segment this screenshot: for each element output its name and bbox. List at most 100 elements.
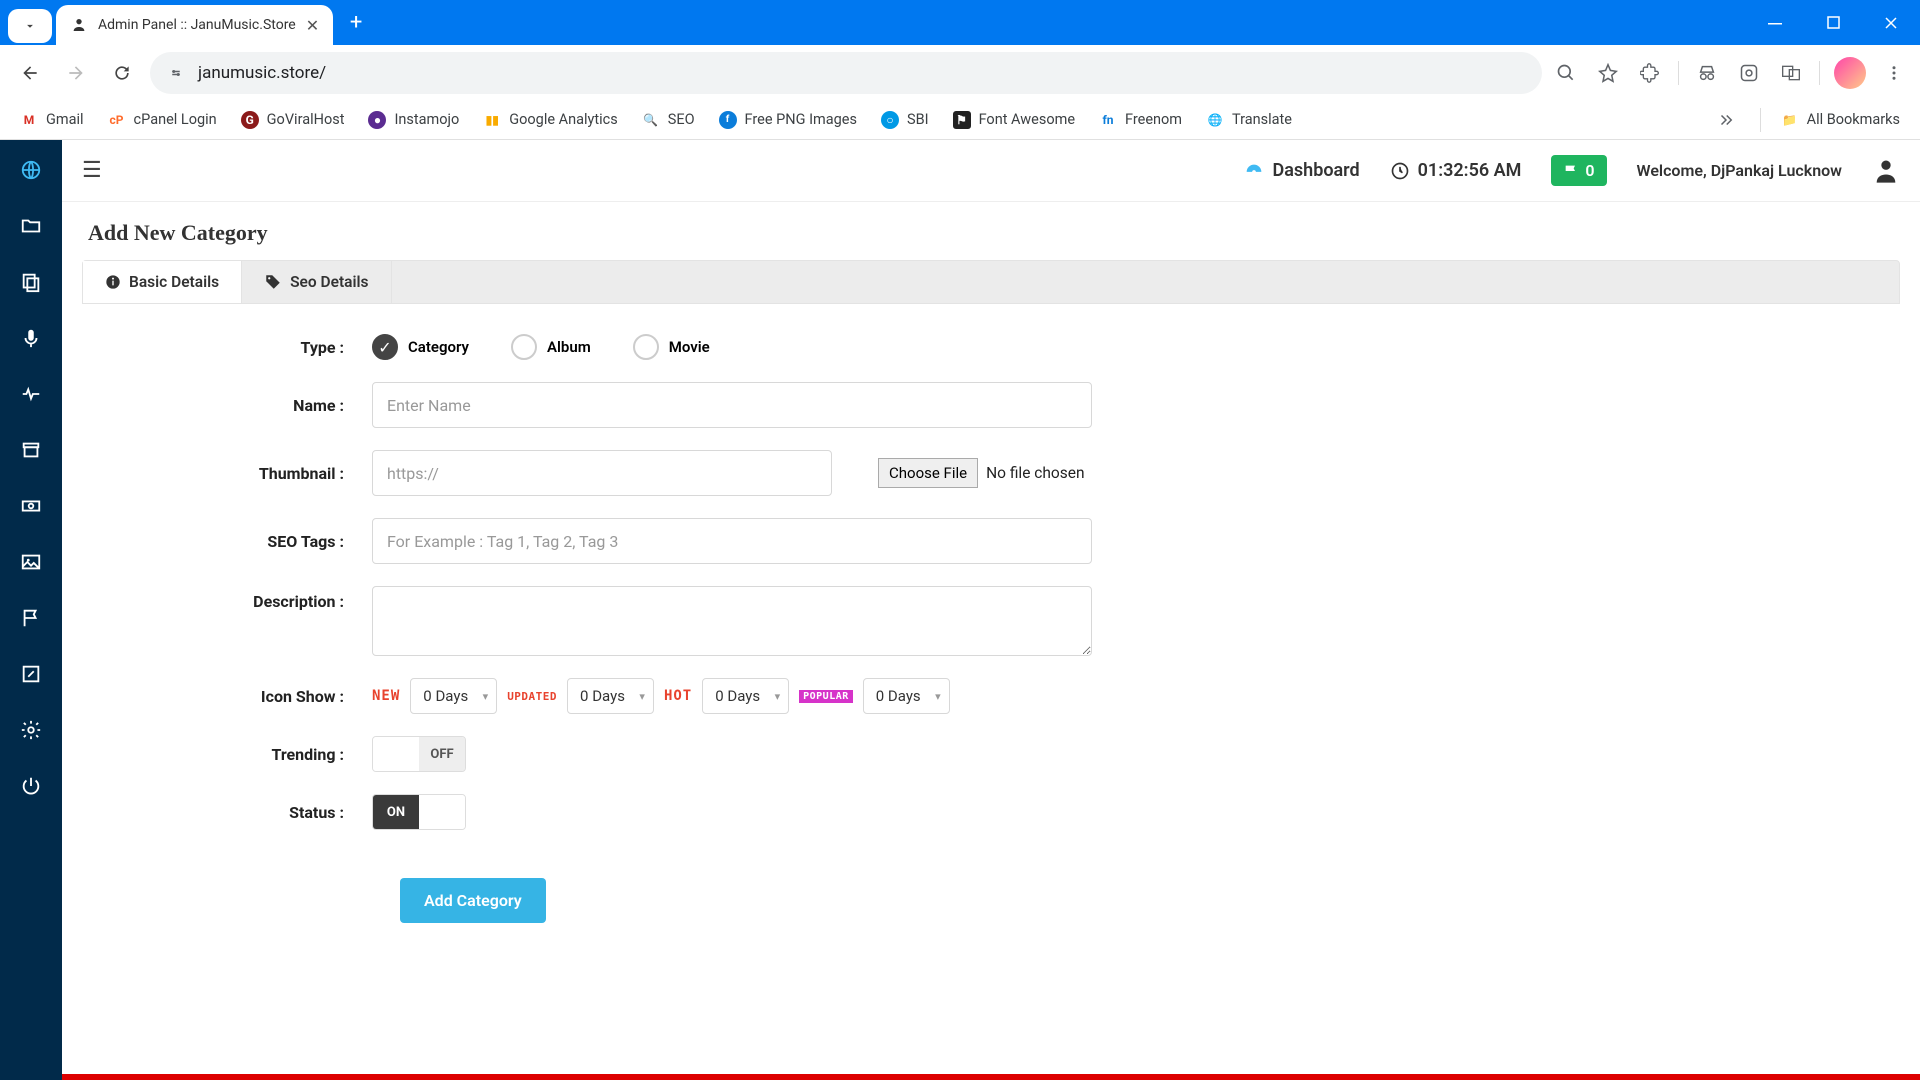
- bookmark-freenom[interactable]: fnFreenom: [1099, 111, 1182, 129]
- status-toggle[interactable]: ON OFF: [372, 794, 466, 830]
- radio-album[interactable]: Album: [511, 334, 591, 360]
- radio-checked-icon: ✓: [372, 334, 398, 360]
- bookmark-png[interactable]: fFree PNG Images: [719, 111, 857, 129]
- sidebar-settings[interactable]: [17, 716, 45, 744]
- tab-seo-details[interactable]: Seo Details: [242, 261, 391, 303]
- dashboard-link[interactable]: Dashboard: [1243, 160, 1360, 182]
- gear-icon: [20, 719, 42, 741]
- bookmarks-overflow[interactable]: [1712, 106, 1740, 134]
- notification-badge[interactable]: 0: [1551, 155, 1606, 186]
- lens-icon[interactable]: [1735, 59, 1763, 87]
- sidebar-heart[interactable]: [17, 380, 45, 408]
- user-avatar-icon[interactable]: [1872, 157, 1900, 185]
- tab-search-dropdown[interactable]: [8, 9, 52, 43]
- bookmarks-divider: [1760, 108, 1761, 132]
- extensions-icon[interactable]: [1636, 59, 1664, 87]
- sidebar-globe[interactable]: [17, 156, 45, 184]
- bookmark-star-icon[interactable]: [1594, 59, 1622, 87]
- fa-icon: ⚑: [953, 111, 971, 129]
- sidebar-flag[interactable]: [17, 604, 45, 632]
- choose-file-button[interactable]: Choose File: [878, 458, 978, 488]
- sidebar-money[interactable]: [17, 492, 45, 520]
- browser-tab[interactable]: Admin Panel :: JanuMusic.Store ✕: [56, 5, 333, 45]
- new-tab-button[interactable]: +: [339, 6, 373, 40]
- row-thumbnail: Thumbnail : Choose File No file chosen: [102, 450, 1880, 496]
- window-maximize-button[interactable]: [1804, 0, 1862, 45]
- page-title: Add New Category: [62, 202, 1920, 260]
- bookmark-goviralhost[interactable]: GGoViralHost: [241, 111, 345, 129]
- forward-button[interactable]: [58, 55, 94, 91]
- bookmark-gmail[interactable]: MGmail: [20, 111, 84, 129]
- hamburger-button[interactable]: ☰: [82, 158, 102, 183]
- sbi-icon: ○: [881, 111, 899, 129]
- png-icon: f: [719, 111, 737, 129]
- back-button[interactable]: [12, 55, 48, 91]
- bookmarks-bar: MGmail cPcPanel Login GGoViralHost ●Inst…: [0, 100, 1920, 140]
- form-area: Type : ✓ Category Album Movie: [62, 304, 1920, 943]
- tab-basic-details[interactable]: Basic Details: [83, 261, 242, 303]
- sidebar-edit[interactable]: [17, 660, 45, 688]
- menu-icon[interactable]: [1880, 59, 1908, 87]
- page-body: ☰ Dashboard 01:32:56 AM 0 Welcome, DjPan…: [0, 140, 1920, 1080]
- window-close-button[interactable]: [1862, 0, 1920, 45]
- arrow-right-icon: [66, 63, 86, 83]
- translate-bm-icon: 🌐: [1206, 111, 1224, 129]
- close-icon: [1884, 16, 1898, 30]
- reload-button[interactable]: [104, 55, 140, 91]
- bookmark-cpanel[interactable]: cPcPanel Login: [108, 111, 217, 129]
- hot-days-select[interactable]: 0 Days: [702, 678, 789, 714]
- popular-days-select[interactable]: 0 Days: [863, 678, 950, 714]
- row-icon-show: Icon Show : NEW 0 Days UPDATED 0 Days HO…: [102, 678, 1880, 714]
- radio-unchecked-icon: [511, 334, 537, 360]
- chevron-down-icon: [23, 19, 37, 33]
- bookmark-seo[interactable]: 🔍SEO: [642, 111, 695, 129]
- address-bar[interactable]: janumusic.store/: [150, 52, 1542, 94]
- radio-movie[interactable]: Movie: [633, 334, 710, 360]
- bookmark-fontawesome[interactable]: ⚑Font Awesome: [953, 111, 1075, 129]
- chevron-double-right-icon: [1717, 111, 1735, 129]
- toolbar-divider: [1678, 61, 1679, 85]
- translate-icon[interactable]: [1777, 59, 1805, 87]
- power-icon: [20, 775, 42, 797]
- all-bookmarks[interactable]: 📁All Bookmarks: [1781, 111, 1900, 129]
- bookmark-sbi[interactable]: ○SBI: [881, 111, 929, 129]
- badge-hot: HOT: [664, 688, 692, 704]
- description-textarea[interactable]: [372, 586, 1092, 656]
- sidebar-power[interactable]: [17, 772, 45, 800]
- gmail-icon: M: [20, 111, 38, 129]
- label-type: Type :: [102, 338, 372, 357]
- trending-toggle[interactable]: ON OFF: [372, 736, 466, 772]
- label-seo-tags: SEO Tags :: [102, 532, 372, 551]
- row-seo-tags: SEO Tags :: [102, 518, 1880, 564]
- form-tabs: Basic Details Seo Details: [82, 260, 1900, 304]
- bookmark-analytics[interactable]: ▮▮Google Analytics: [483, 111, 617, 129]
- new-days-select[interactable]: 0 Days: [410, 678, 497, 714]
- copy-icon: [20, 271, 42, 293]
- folder-open-icon: [20, 215, 42, 237]
- sidebar-copy[interactable]: [17, 268, 45, 296]
- sidebar-image[interactable]: [17, 548, 45, 576]
- badge-popular: POPULAR: [799, 690, 853, 703]
- add-category-button[interactable]: Add Category: [400, 878, 546, 923]
- sidebar-folder[interactable]: [17, 212, 45, 240]
- site-settings-icon[interactable]: [166, 63, 186, 83]
- seo-tags-input[interactable]: [372, 518, 1092, 564]
- zoom-icon[interactable]: [1552, 59, 1580, 87]
- incognito-icon[interactable]: [1693, 59, 1721, 87]
- window-minimize-button[interactable]: [1746, 0, 1804, 45]
- tab-close-icon[interactable]: ✕: [306, 16, 319, 35]
- thumbnail-url-input[interactable]: [372, 450, 832, 496]
- radio-unchecked-icon: [633, 334, 659, 360]
- bookmark-instamojo[interactable]: ●Instamojo: [368, 111, 459, 129]
- updated-days-select[interactable]: 0 Days: [567, 678, 654, 714]
- radio-category[interactable]: ✓ Category: [372, 334, 469, 360]
- window-titlebar: Admin Panel :: JanuMusic.Store ✕ +: [0, 0, 1920, 45]
- cpanel-icon: cP: [108, 111, 126, 129]
- profile-avatar[interactable]: [1834, 57, 1866, 89]
- sidebar-mic[interactable]: [17, 324, 45, 352]
- maximize-icon: [1827, 16, 1840, 29]
- minimize-icon: [1768, 16, 1782, 30]
- sidebar-archive[interactable]: [17, 436, 45, 464]
- name-input[interactable]: [372, 382, 1092, 428]
- bookmark-translate[interactable]: 🌐Translate: [1206, 111, 1292, 129]
